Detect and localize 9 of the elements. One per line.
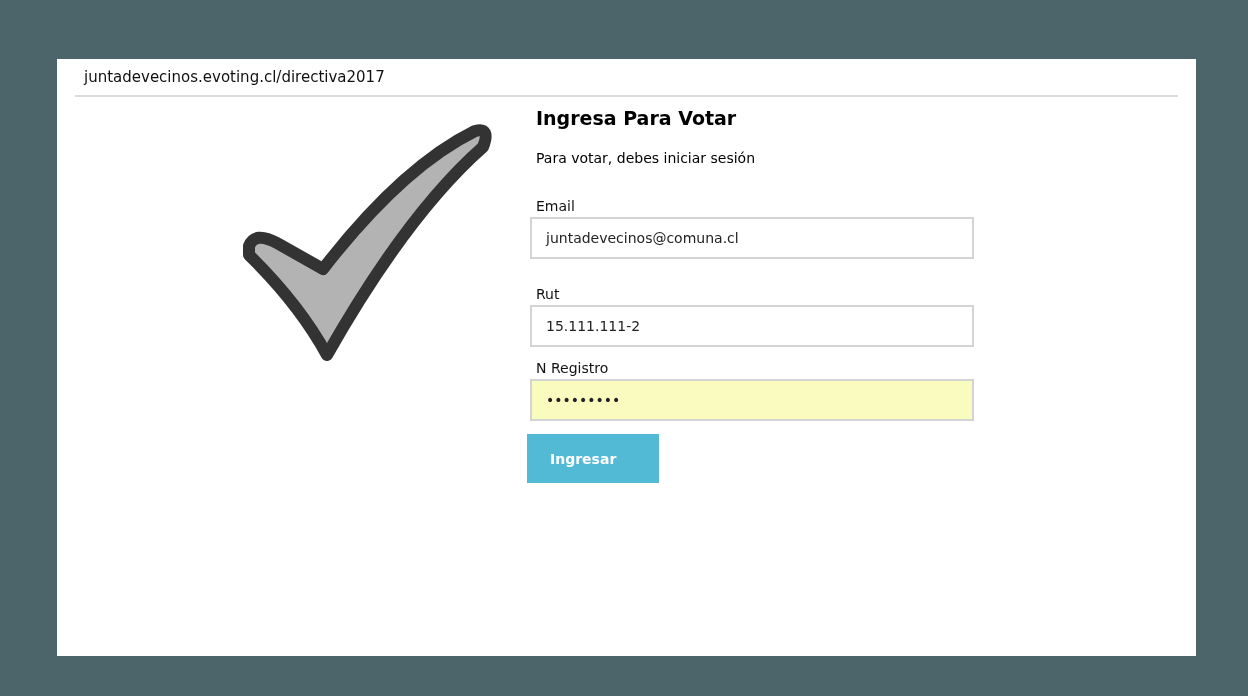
form-title: Ingresa Para Votar <box>536 107 737 131</box>
field-label: N Registro <box>536 359 610 378</box>
field-label: Rut <box>536 285 561 304</box>
form-subtitle: Para votar, debes iniciar sesión <box>536 150 757 168</box>
input-field[interactable]: juntadevecinos@comuna.cl <box>530 217 974 259</box>
url-text: juntadevecinos.evoting.cl/directiva2017 <box>84 68 385 86</box>
input-field[interactable]: ••••••••• <box>530 379 974 421</box>
input-field[interactable]: 15.111.111-2 <box>530 305 974 347</box>
field-label: Email <box>536 197 576 216</box>
